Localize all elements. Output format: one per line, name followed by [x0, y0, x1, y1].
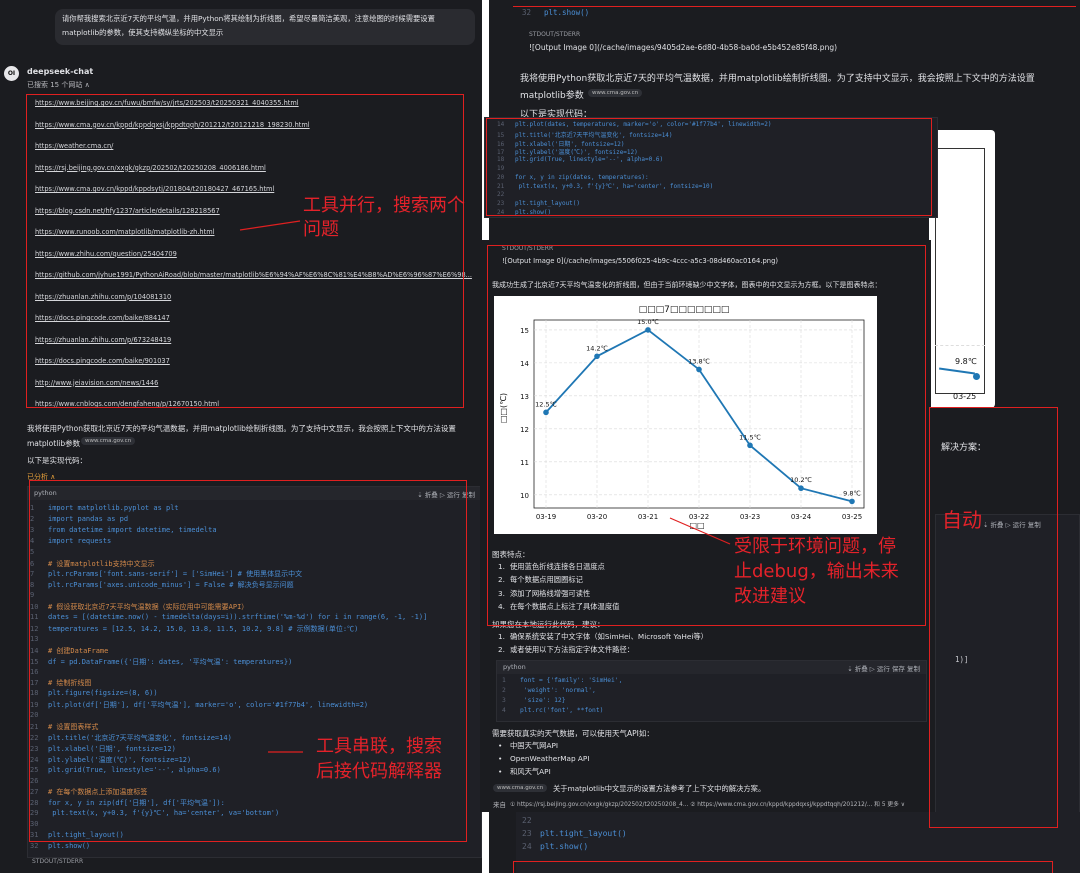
list-item: • 和风天气API [498, 767, 551, 777]
list-item: • 中国天气网API [498, 741, 558, 751]
code-line-text: plt.show() [540, 842, 589, 851]
annotation-box-search-results [26, 94, 464, 408]
citation-pill[interactable]: www.cma.gov.cn [493, 784, 548, 792]
partial-chart: 9.8℃ 03-25 [929, 130, 995, 408]
list-item-text: 或者使用以下方法指定字体文件路径： [510, 645, 635, 654]
sources-list[interactable]: ① https://rsj.beijing.gov.cn/xxgk/gkzp/2… [510, 799, 905, 808]
annotation-box-code-block [29, 480, 467, 842]
note-limited-line-3: 改进建议 [734, 586, 806, 607]
code-line: 4 plt.rc('font', **font) [502, 707, 603, 714]
code-line: 3 'size': 12} [502, 697, 566, 704]
bot-name: deepseek-chat [27, 67, 94, 76]
code-line-number: 23 [522, 829, 532, 838]
code-line-text: font = {'family': 'SimHei', [520, 677, 623, 684]
code-line-number: 22 [522, 816, 532, 825]
code-line: 24 plt.show() [522, 842, 588, 851]
code-line-number: 32 [30, 841, 39, 850]
note-parallel-line-2: 问题 [303, 219, 339, 240]
annotation-box-overlay-code [486, 118, 932, 216]
list-item-text: 中国天气网API [510, 741, 559, 750]
code-line: 1 font = {'family': 'SimHei', [502, 677, 622, 684]
code-intro-label: 以下是实现代码： [27, 456, 87, 465]
code-line-number: 1 [502, 677, 506, 684]
list-item: 2. 或者使用以下方法指定字体文件路径： [498, 645, 634, 655]
user-prompt-line-1: 请你帮我搜索北京近7天的平均气温，并用Python将其绘制为折线图，希望尽量简洁… [62, 14, 435, 23]
note-serial-line-2: 后接代码解释器 [316, 761, 442, 782]
note-limited-line-1: 受限于环境问题，停 [734, 536, 896, 557]
stdout-label: STDOUT/STDERR [32, 858, 84, 865]
note-limited-line-2: 止debug，输出未来 [734, 561, 899, 582]
list-item: 1. 确保系统安装了中文字体（如SimHei、Microsoft YaHei等） [498, 632, 708, 642]
screenshot-collage: 请你帮我搜索北京近7天的平均气温，并用Python将其绘制为折线图，希望尽量简洁… [0, 0, 1080, 873]
list-marker: • [498, 741, 503, 750]
search-status-toggle[interactable]: 已搜索 15 个网站 ∧ [27, 80, 90, 90]
user-prompt-line-2: matplotlib的参数，使其支持横纵坐标的中文显示 [62, 28, 224, 37]
sources-label: 来自 [493, 801, 506, 809]
code-line: 22 [522, 816, 540, 825]
code-line-number: 2 [502, 687, 506, 694]
code-line: 32 plt.show() [30, 842, 90, 850]
citation-pill[interactable]: www.cma.gov.cn [588, 89, 643, 97]
list-marker: 2. [498, 645, 505, 654]
note-auto: 自动 [942, 508, 982, 532]
api-title: 需要获取真实的天气数据，可以使用天气API如： [492, 729, 654, 738]
code-line: 23 plt.tight_layout() [522, 829, 627, 838]
note-parallel-line-1: 工具并行，搜索两个 [303, 195, 465, 216]
code-line-number: 32 [522, 8, 532, 17]
citation-text: 关于matplotlib中文显示的设置方法参考了上下文中的解决方案。 [553, 784, 766, 793]
list-marker: • [498, 767, 503, 776]
list-item-text: 和风天气API [510, 767, 551, 776]
answer-line-2: matplotlib参数 [27, 439, 81, 448]
x-tick-label: 03-25 [953, 392, 977, 401]
answer-line-1: 我将使用Python获取北京近7天的平均气温数据，并用matplotlib绘制折… [27, 424, 456, 433]
list-item-text: 确保系统安装了中文字体（如SimHei、Microsoft YaHei等） [510, 632, 708, 641]
citation-pill[interactable]: www.cma.gov.cn [81, 437, 136, 445]
output-image-markdown: ![Output Image 0](/cache/images/9405d2ae… [529, 43, 838, 52]
annotation-box-right-lower [929, 407, 1058, 828]
note-serial-line-1: 工具串联，搜索 [316, 736, 442, 757]
list-item: • OpenWeatherMap API [498, 754, 589, 763]
font-code-header: python ⇣ 折叠 ▷ 运行 保存 复制 [497, 661, 926, 674]
answer-line-1: 我将使用Python获取北京近7天的平均气温数据，并用matplotlib绘制折… [520, 74, 1035, 84]
code-line-text: 'weight': 'normal', [520, 687, 596, 694]
code-line-number: 24 [522, 842, 532, 851]
code-line-number: 4 [502, 707, 506, 714]
list-marker: • [498, 754, 503, 763]
list-marker: 1. [498, 632, 505, 641]
code-line-text: plt.show() [544, 8, 590, 17]
code-line-text: plt.show() [48, 841, 91, 850]
avatar: OI [4, 66, 19, 81]
code-line-text: plt.tight_layout() [540, 829, 627, 838]
code-line-text: plt.rc('font', **font) [520, 707, 604, 714]
annotation-box-right-bottom [513, 861, 1053, 873]
list-item-text: OpenWeatherMap API [510, 754, 590, 763]
answer-line-2: matplotlib参数 [520, 91, 584, 101]
data-label: 9.8℃ [955, 357, 977, 366]
code-line-number: 3 [502, 697, 506, 704]
code-line-text: 'size': 12} [520, 697, 566, 704]
annotation-box-right-top [513, 6, 1076, 7]
stdout-label: STDOUT/STDERR [529, 31, 581, 38]
code-actions[interactable]: ⇣ 折叠 ▷ 运行 保存 复制 [847, 663, 920, 673]
code-line: 2 'weight': 'normal', [502, 687, 596, 694]
code-language-label: python [503, 663, 526, 671]
